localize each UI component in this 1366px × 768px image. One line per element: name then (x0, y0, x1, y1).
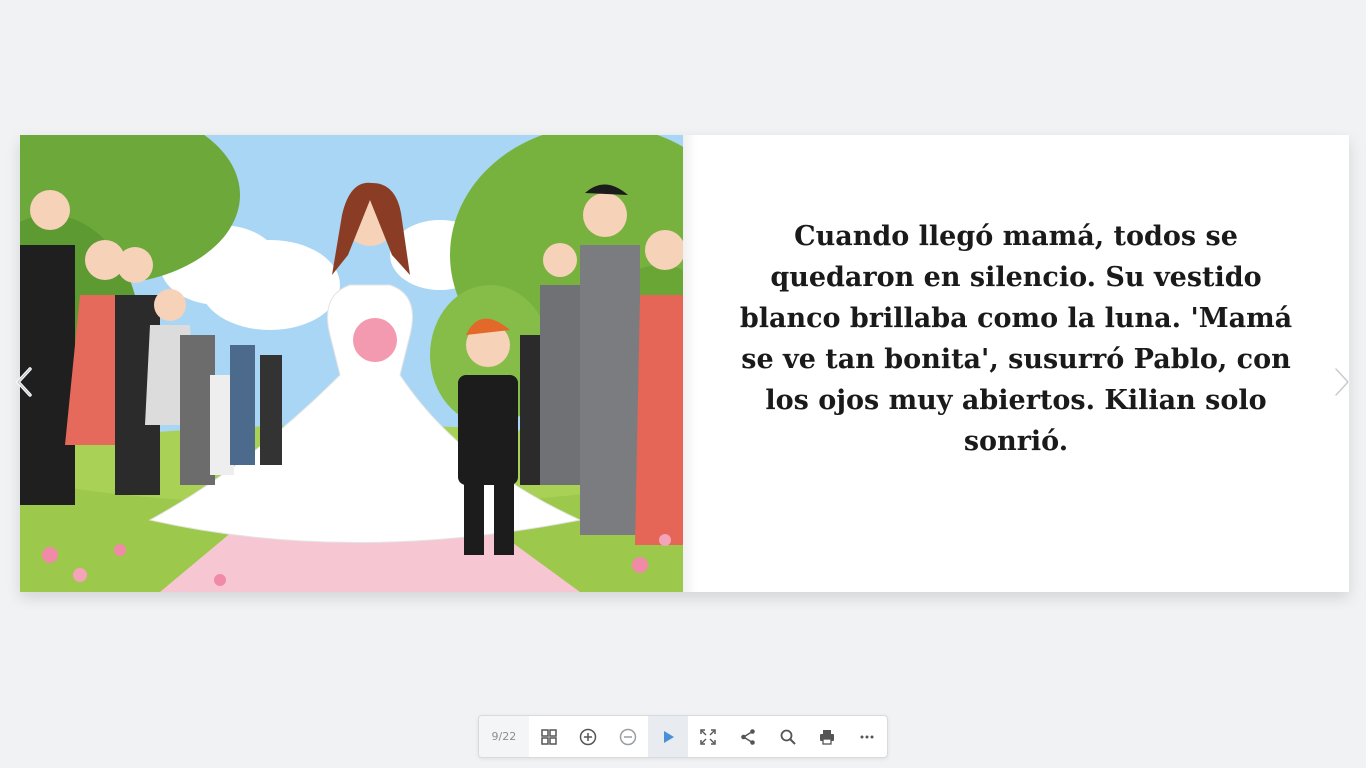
illustration-page (20, 135, 683, 592)
play-icon (664, 730, 675, 743)
print-button[interactable] (807, 716, 847, 757)
text-page: Cuando llegó mamá, todos se quedaron en … (683, 135, 1349, 592)
story-text: Cuando llegó mamá, todos se quedaron en … (739, 220, 1293, 457)
grid-icon (540, 728, 557, 745)
wedding-illustration (20, 135, 683, 592)
zoom-out-button[interactable] (608, 716, 648, 757)
fullscreen-button[interactable] (688, 716, 728, 757)
book-spread: Cuando llegó mamá, todos se quedaron en … (20, 135, 1349, 592)
zoom-in-button[interactable] (569, 716, 609, 757)
autoplay-button[interactable] (648, 716, 688, 757)
more-icon (860, 735, 874, 738)
search-icon (780, 729, 796, 745)
viewer-toolbar: 9/22 (478, 715, 888, 758)
chevron-left-icon (16, 367, 32, 397)
next-page-button[interactable] (1328, 362, 1356, 402)
page-counter: 9/22 (479, 716, 529, 757)
print-icon (820, 729, 835, 745)
chevron-right-icon (1334, 367, 1350, 397)
zoom-out-icon (620, 728, 637, 745)
prev-page-button[interactable] (10, 362, 38, 402)
fullscreen-icon (700, 728, 716, 745)
search-button[interactable] (768, 716, 808, 757)
thumbnails-button[interactable] (529, 716, 569, 757)
more-button[interactable] (847, 716, 887, 757)
share-button[interactable] (728, 716, 768, 757)
zoom-in-icon (580, 728, 597, 745)
share-icon (740, 728, 755, 745)
flipbook-viewer: Cuando llegó mamá, todos se quedaron en … (0, 0, 1366, 768)
